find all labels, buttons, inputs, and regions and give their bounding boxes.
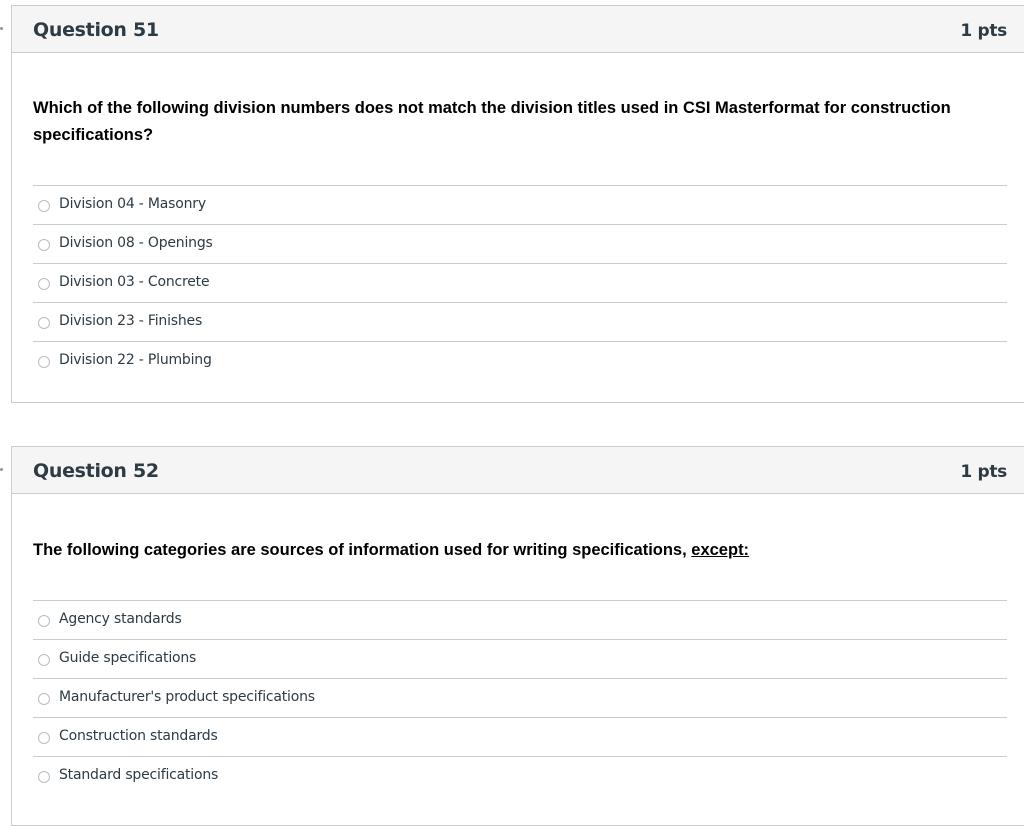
answer-label[interactable]: Division 22 - Plumbing: [59, 352, 212, 368]
question-title: Question 52: [33, 460, 159, 482]
answer-option[interactable]: Division 22 - Plumbing: [33, 341, 1007, 380]
question-text-main: The following categories are sources of …: [33, 541, 692, 559]
question-points: 1 pts: [960, 462, 1007, 482]
answer-option[interactable]: Construction standards: [33, 717, 1007, 756]
answer-label[interactable]: Division 04 - Masonry: [59, 196, 206, 212]
answer-label[interactable]: Standard specifications: [59, 767, 218, 783]
question-text: The following categories are sources of …: [33, 537, 994, 564]
question-header: Question 52 1 pts: [12, 447, 1024, 494]
radio-button[interactable]: [38, 732, 50, 744]
radio-button[interactable]: [38, 200, 50, 212]
radio-button[interactable]: [38, 654, 50, 666]
question-header: Question 51 1 pts: [12, 6, 1024, 53]
question-points: 1 pts: [960, 21, 1007, 41]
question-52-card: Question 52 1 pts The following categori…: [11, 446, 1024, 826]
answer-option[interactable]: Division 08 - Openings: [33, 224, 1007, 263]
answer-option[interactable]: Standard specifications: [33, 756, 1007, 795]
question-51-card: Question 51 1 pts Which of the following…: [11, 5, 1024, 403]
answer-option[interactable]: Division 23 - Finishes: [33, 302, 1007, 341]
question-text-emphasis: except:: [691, 541, 750, 559]
answer-option[interactable]: Guide specifications: [33, 639, 1007, 678]
answer-label[interactable]: Division 03 - Concrete: [59, 274, 210, 290]
radio-button[interactable]: [38, 771, 50, 783]
answer-list: Division 04 - Masonry Division 08 - Open…: [33, 185, 1007, 380]
answer-label[interactable]: Division 23 - Finishes: [59, 313, 202, 329]
answer-label[interactable]: Agency standards: [59, 611, 182, 627]
answer-option[interactable]: Agency standards: [33, 600, 1007, 639]
radio-button[interactable]: [38, 615, 50, 627]
radio-button[interactable]: [38, 278, 50, 290]
question-text: Which of the following division numbers …: [33, 99, 951, 144]
answer-option[interactable]: Division 03 - Concrete: [33, 263, 1007, 302]
radio-button[interactable]: [38, 239, 50, 251]
answer-label[interactable]: Manufacturer's product specifications: [59, 689, 315, 705]
answer-list: Agency standards Guide specifications Ma…: [33, 600, 1007, 795]
answer-label[interactable]: Construction standards: [59, 728, 218, 744]
answer-option[interactable]: Division 04 - Masonry: [33, 185, 1007, 224]
answer-label[interactable]: Guide specifications: [59, 650, 196, 666]
radio-button[interactable]: [38, 317, 50, 329]
radio-button[interactable]: [38, 693, 50, 705]
question-title: Question 51: [33, 19, 159, 41]
answer-option[interactable]: Manufacturer's product specifications: [33, 678, 1007, 717]
question-51-marker: [0, 27, 3, 30]
answer-label[interactable]: Division 08 - Openings: [59, 235, 213, 251]
radio-button[interactable]: [38, 356, 50, 368]
question-52-marker: [0, 468, 3, 471]
